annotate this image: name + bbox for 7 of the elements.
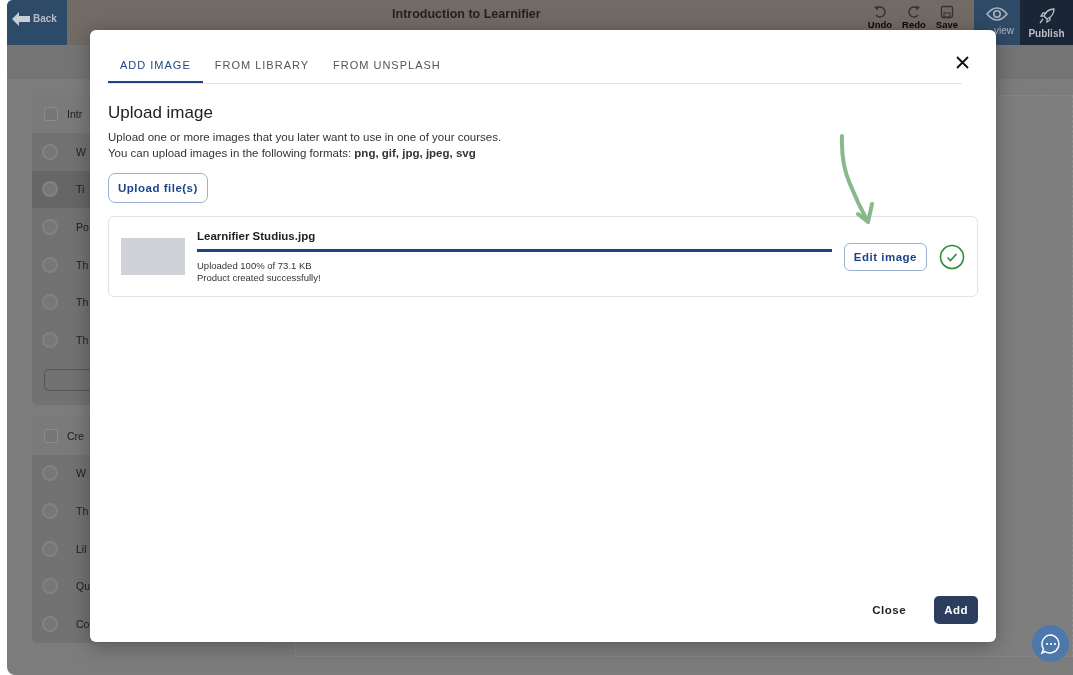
- file-name: Learnifier Studius.jpg: [197, 229, 317, 242]
- dialog-heading: Upload image: [108, 103, 214, 123]
- upload-status: Uploaded 100% of 73.1 KB: [197, 259, 313, 272]
- description-text: Upload one or more images that you later want to use in one of your courses.: [108, 130, 503, 145]
- course-title: Introduction to Learnifier: [391, 6, 542, 23]
- description-text: You can upload images in the following formats: png, gif, jpg, jpeg, svg: [108, 146, 477, 161]
- upload-message: Product created successfully!: [197, 271, 322, 284]
